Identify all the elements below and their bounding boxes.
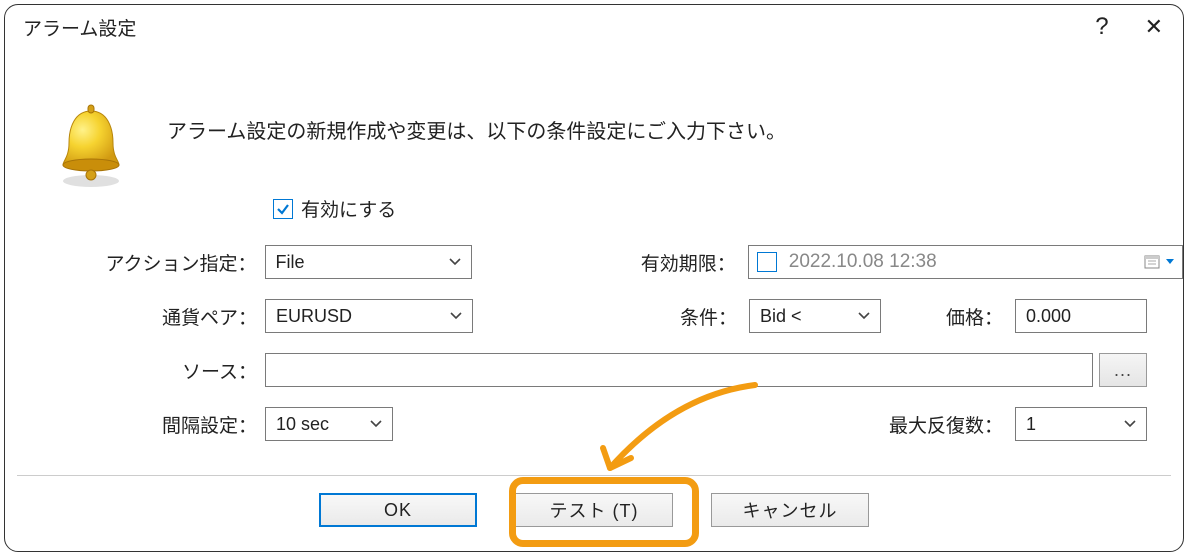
- expiry-field[interactable]: 2022.10.08 12:38: [748, 245, 1183, 279]
- calendar-picker-icon[interactable]: [1144, 254, 1174, 270]
- form-area: 有効にする アクション指定： File 有効期限： 2022.10.08 12:…: [5, 195, 1183, 462]
- chevron-down-icon: [449, 258, 461, 266]
- titlebar: アラーム設定 ? ✕: [5, 5, 1183, 45]
- maxrep-combo[interactable]: 1: [1015, 407, 1147, 441]
- chevron-down-icon: [1124, 420, 1136, 428]
- browse-label: ...: [1114, 360, 1132, 381]
- expiry-checkbox[interactable]: [757, 252, 777, 272]
- alarm-settings-dialog: アラーム設定 ? ✕ アラーム設定の新規作成や変更は、以下の条件設定にご入力下さ…: [4, 4, 1184, 552]
- source-label: ソース：: [5, 357, 265, 384]
- condition-combo[interactable]: Bid <: [749, 299, 881, 333]
- expiry-label: 有効期限：: [586, 249, 744, 276]
- symbol-combo[interactable]: EURUSD: [265, 299, 473, 333]
- condition-label: 条件：: [587, 303, 745, 330]
- price-value: 0.000: [1026, 306, 1071, 327]
- enable-checkbox[interactable]: [273, 199, 293, 219]
- close-icon[interactable]: ✕: [1145, 14, 1163, 40]
- test-button[interactable]: テスト (T): [515, 493, 673, 527]
- expiry-value: 2022.10.08 12:38: [789, 251, 937, 273]
- action-value: File: [276, 252, 305, 273]
- symbol-label: 通貨ペア：: [5, 303, 265, 330]
- button-bar: OK テスト (T) キャンセル: [5, 493, 1183, 527]
- price-label: 価格：: [893, 303, 1011, 330]
- action-label: アクション指定：: [5, 249, 265, 276]
- maxrep-label: 最大反復数：: [861, 411, 1011, 438]
- interval-label: 間隔設定：: [5, 411, 265, 438]
- action-combo[interactable]: File: [265, 245, 473, 279]
- intro-text: アラーム設定の新規作成や変更は、以下の条件設定にご入力下さい。: [167, 115, 786, 144]
- interval-value: 10 sec: [276, 414, 329, 435]
- cancel-button[interactable]: キャンセル: [711, 493, 869, 527]
- condition-value: Bid <: [760, 306, 802, 327]
- chevron-down-icon: [450, 312, 462, 320]
- price-input[interactable]: 0.000: [1015, 299, 1147, 333]
- enable-row: 有効にする: [273, 195, 1183, 222]
- help-icon[interactable]: ?: [1095, 13, 1108, 41]
- maxrep-value: 1: [1026, 414, 1036, 435]
- enable-label: 有効にする: [301, 195, 396, 222]
- symbol-value: EURUSD: [276, 306, 352, 327]
- separator: [17, 475, 1171, 476]
- bell-icon: [55, 103, 127, 188]
- interval-combo[interactable]: 10 sec: [265, 407, 393, 441]
- dialog-title: アラーム設定: [23, 14, 136, 41]
- ok-button[interactable]: OK: [319, 493, 477, 527]
- chevron-down-icon: [370, 420, 382, 428]
- chevron-down-icon: [858, 312, 870, 320]
- window-controls: ? ✕: [1095, 13, 1163, 41]
- source-input[interactable]: [265, 353, 1093, 387]
- browse-button[interactable]: ...: [1099, 353, 1147, 387]
